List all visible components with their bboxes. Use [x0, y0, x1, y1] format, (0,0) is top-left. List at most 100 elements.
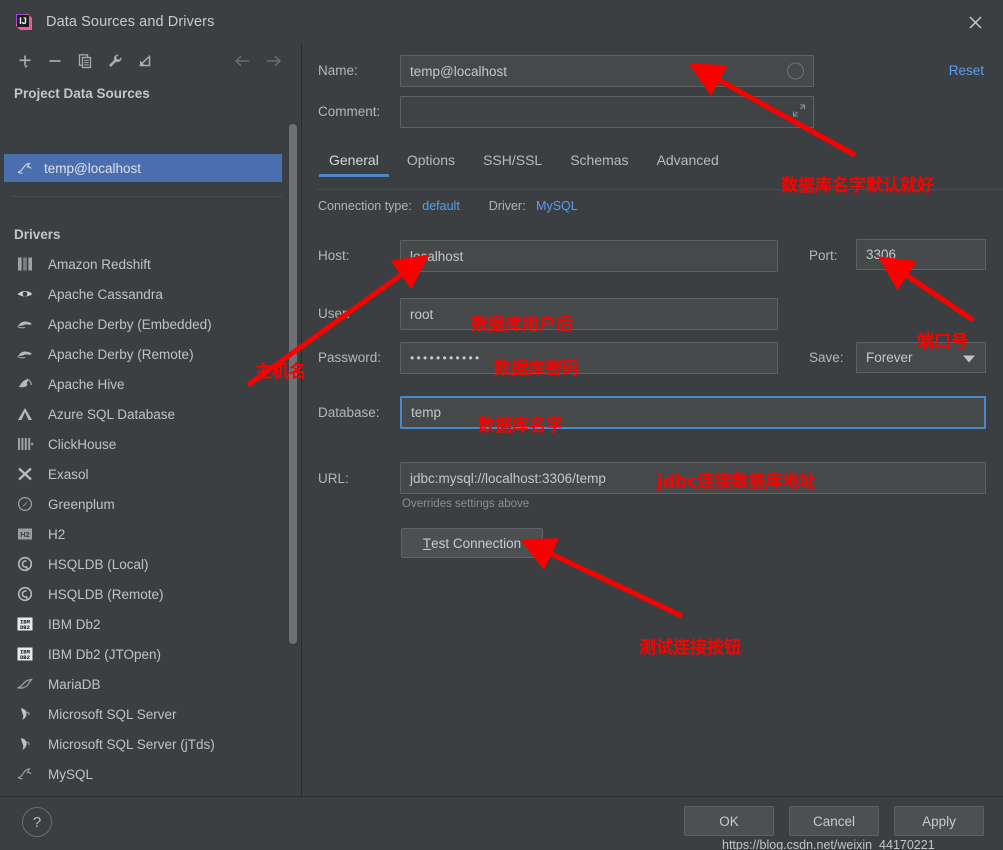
driver-list-item[interactable]: Apache Derby (Embedded) — [0, 309, 290, 339]
user-label: User: — [318, 306, 351, 321]
driver-list-item[interactable]: Greenplum — [0, 489, 290, 519]
driver-list-item-label: Microsoft SQL Server (jTds) — [48, 736, 215, 752]
close-icon[interactable] — [947, 0, 1003, 44]
cassandra-eye-icon — [14, 283, 36, 305]
driver-list-item[interactable]: Microsoft SQL Server — [0, 699, 290, 729]
driver-list-item-label: Microsoft SQL Server — [48, 706, 177, 722]
driver-list-item[interactable]: Apache Hive — [0, 369, 290, 399]
driver-list-item[interactable]: Apache Cassandra — [0, 279, 290, 309]
import-button[interactable] — [130, 47, 160, 75]
driver-list-item[interactable]: IBM DB2 IBM Db2 — [0, 609, 290, 639]
driver-list-item-label: ClickHouse — [48, 436, 117, 452]
test-connection-button[interactable]: Test Connection — [401, 528, 543, 558]
driver-list-item-label: Apache Hive — [48, 376, 125, 392]
data-sources-and-drivers-dialog: IJ Data Sources and Drivers Project Data… — [0, 0, 1003, 850]
expand-icon[interactable] — [792, 104, 806, 121]
driver-list-item[interactable]: Microsoft SQL Server (jTds) — [0, 729, 290, 759]
tab-general[interactable]: General — [317, 152, 393, 177]
mssql-icon — [14, 733, 36, 755]
svg-text:IJ: IJ — [19, 16, 27, 26]
driver-list-item[interactable]: HSQLDB (Local) — [0, 549, 290, 579]
azure-icon — [14, 403, 36, 425]
connection-info-line: Connection type: default Driver: MySQL — [318, 199, 578, 213]
driver-list-item[interactable]: Azure SQL Database — [0, 399, 290, 429]
driver-list-item[interactable]: Amazon Redshift — [0, 249, 290, 279]
tab-ssh-ssl[interactable]: SSH/SSL — [469, 152, 556, 177]
hsqldb-icon — [14, 583, 36, 605]
database-label: Database: — [318, 405, 380, 420]
driver-list-item[interactable]: HSQLDB (Remote) — [0, 579, 290, 609]
driver-list-item[interactable]: Apache Derby (Remote) — [0, 339, 290, 369]
driver-list-item-label: IBM Db2 — [48, 616, 101, 632]
driver-list-item[interactable]: H2 H2 — [0, 519, 290, 549]
comment-input[interactable] — [400, 96, 814, 128]
window-title: Data Sources and Drivers — [46, 14, 215, 30]
save-select[interactable]: Forever — [856, 342, 986, 373]
tab-advanced[interactable]: Advanced — [643, 152, 733, 177]
connection-type-value[interactable]: default — [422, 199, 460, 213]
user-input[interactable]: root — [400, 298, 778, 330]
save-label: Save: — [809, 350, 844, 365]
sidebar-item-temp-localhost[interactable]: temp@localhost — [4, 154, 282, 182]
driver-list-item[interactable]: MySQL — [0, 759, 290, 789]
name-input[interactable]: temp@localhost — [400, 55, 814, 87]
driver-list-item[interactable]: MariaDB — [0, 669, 290, 699]
comment-label: Comment: — [318, 104, 381, 119]
driver-list-item[interactable]: Exasol — [0, 459, 290, 489]
forward-button[interactable] — [258, 47, 288, 75]
port-input-value: 3306 — [866, 247, 897, 262]
drivers-list[interactable]: Amazon Redshift Apache Cassandra Apache De… — [0, 249, 290, 829]
database-input[interactable]: temp — [400, 396, 986, 429]
ok-button[interactable]: OK — [684, 806, 774, 836]
add-button[interactable] — [10, 47, 40, 75]
driver-list-item-label: HSQLDB (Remote) — [48, 586, 164, 602]
host-label: Host: — [318, 248, 350, 263]
url-input-value: jdbc:mysql://localhost:3306/temp — [410, 470, 606, 486]
port-label: Port: — [809, 248, 838, 263]
name-label: Name: — [318, 63, 358, 78]
intellij-idea-icon: IJ — [14, 12, 34, 32]
password-input-value: ••••••••••• — [410, 351, 482, 365]
derby-icon — [14, 313, 36, 335]
host-input[interactable]: localhost — [400, 240, 778, 272]
hive-bee-icon — [14, 373, 36, 395]
user-input-value: root — [410, 306, 434, 322]
remove-button[interactable] — [40, 47, 70, 75]
tab-options[interactable]: Options — [393, 152, 469, 177]
driver-list-item-label: MariaDB — [48, 676, 101, 692]
duplicate-button[interactable] — [70, 47, 100, 75]
port-input[interactable]: 3306 — [856, 239, 986, 270]
settings-tabs[interactable]: General Options SSH/SSL Schemas Advanced — [317, 152, 733, 177]
back-button[interactable] — [228, 47, 258, 75]
wrench-icon[interactable] — [100, 47, 130, 75]
url-input[interactable]: jdbc:mysql://localhost:3306/temp — [400, 462, 986, 494]
save-select-value: Forever — [866, 350, 913, 365]
sidebar-scrollbar-thumb[interactable] — [289, 124, 297, 644]
tab-schemas[interactable]: Schemas — [556, 152, 642, 177]
url-label: URL: — [318, 471, 349, 486]
driver-list-item[interactable]: ClickHouse — [0, 429, 290, 459]
cancel-button[interactable]: Cancel — [789, 806, 879, 836]
clickhouse-icon — [14, 433, 36, 455]
settings-panel: Name: temp@localhost Comment: Reset Gene… — [303, 44, 1003, 796]
password-input[interactable]: ••••••••••• — [400, 342, 778, 374]
apply-button[interactable]: Apply — [894, 806, 984, 836]
driver-value[interactable]: MySQL — [536, 199, 578, 213]
help-button[interactable]: ? — [22, 807, 52, 837]
chevron-down-icon[interactable] — [963, 350, 975, 365]
title-bar: IJ Data Sources and Drivers — [0, 0, 1003, 44]
driver-list-item-label: MySQL — [48, 766, 94, 782]
driver-list-item-label: Azure SQL Database — [48, 406, 176, 422]
svg-text:DB2: DB2 — [20, 654, 31, 661]
project-data-sources-header: Project Data Sources — [14, 86, 150, 101]
tabs-underline — [317, 189, 1003, 190]
driver-list-item-label: Apache Derby (Remote) — [48, 346, 194, 362]
test-connection-label-rest: est Connection — [431, 535, 522, 551]
host-input-value: localhost — [410, 248, 464, 264]
driver-list-item[interactable]: IBM DB2 IBM Db2 (JTOpen) — [0, 639, 290, 669]
database-input-value: temp — [411, 405, 442, 420]
url-note: Overrides settings above — [402, 498, 530, 510]
derby-icon — [14, 343, 36, 365]
driver-list-item-label: IBM Db2 (JTOpen) — [48, 646, 162, 662]
reset-link[interactable]: Reset — [949, 63, 984, 78]
